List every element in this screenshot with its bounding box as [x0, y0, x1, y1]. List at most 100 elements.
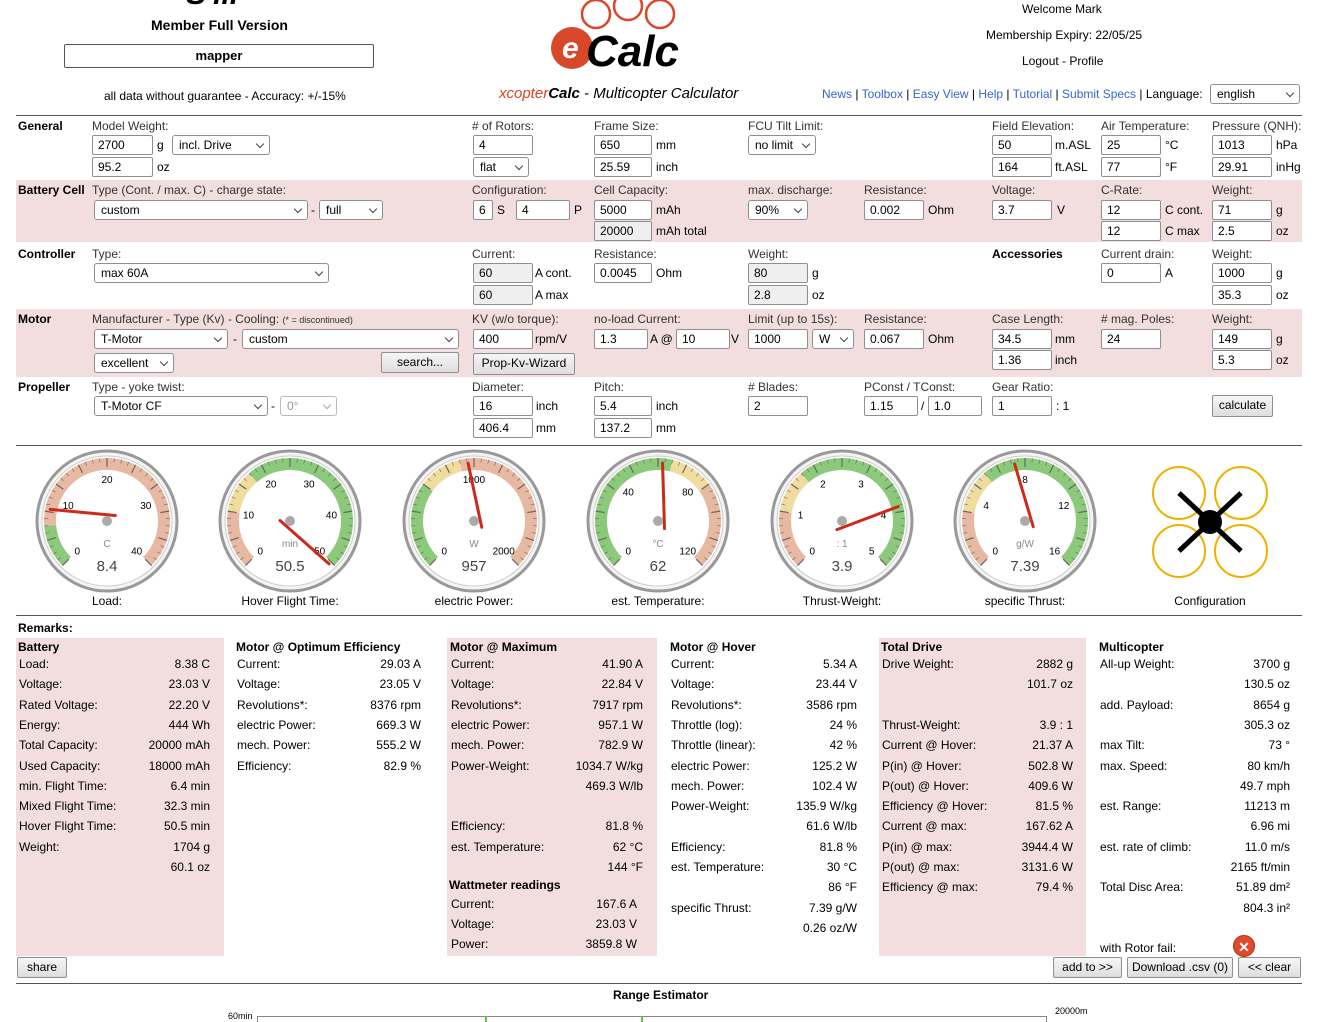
case-length-mm[interactable]: 34.5	[992, 329, 1052, 349]
controller-type-select[interactable]: max 60A	[94, 263, 329, 283]
accessories-weight-g[interactable]: 1000	[1212, 263, 1272, 283]
gauge-label: Load:	[91, 594, 123, 608]
prop-kv-wizard-button[interactable]: Prop-Kv-Wizard	[473, 353, 575, 375]
layout-select[interactable]: flat	[473, 157, 529, 177]
kv-input[interactable]: 400	[473, 329, 533, 349]
motor-manufacturer-select[interactable]: T-Motor	[94, 329, 228, 349]
motor-search-button[interactable]: search...	[381, 352, 459, 373]
language-select[interactable]: english	[1210, 84, 1300, 104]
accessories-title: Accessories	[992, 247, 1063, 261]
elevation-m[interactable]: 50	[992, 135, 1052, 155]
result-key: Efficiency:	[451, 819, 506, 834]
result-value: 3586 rpm	[806, 697, 857, 712]
nav-tutorial[interactable]: Tutorial	[1013, 87, 1053, 101]
calculate-button[interactable]: calculate	[1212, 395, 1273, 417]
battery-resistance[interactable]: 0.002	[864, 200, 924, 220]
logout-link[interactable]: Logout	[1022, 54, 1059, 68]
download-csv-button[interactable]: Download .csv (0)	[1127, 957, 1233, 978]
charge-state-select[interactable]: full	[319, 200, 383, 220]
limit-unit-select[interactable]: W	[812, 329, 854, 349]
result-value: 2882 g	[1036, 657, 1073, 671]
c-rate-max[interactable]: 12	[1101, 221, 1161, 241]
nav-toolbox[interactable]: Toolbox	[862, 87, 903, 101]
unit-g: g	[812, 266, 819, 280]
ecalc-logo[interactable]: e Calc	[548, 0, 688, 76]
diameter-mm[interactable]: 406.4	[473, 418, 533, 438]
clear-button[interactable]: << clear	[1238, 957, 1301, 978]
result-value: 41.90 A	[602, 657, 643, 671]
diameter-inch[interactable]: 16	[473, 396, 533, 416]
yoke-twist-select[interactable]: 0°	[280, 396, 337, 416]
capacity-input[interactable]: 5000	[594, 200, 652, 220]
prop-type-select[interactable]: T-Motor CF	[94, 396, 268, 416]
limit-input[interactable]: 1000	[748, 329, 808, 349]
current-drain[interactable]: 0	[1101, 263, 1161, 283]
motor-weight-oz[interactable]: 5.3	[1212, 350, 1272, 370]
gauge-value: 7.39	[1010, 558, 1039, 575]
pitch-inch[interactable]: 5.4	[594, 396, 652, 416]
controller-resistance[interactable]: 0.0045	[594, 263, 652, 283]
nav-help[interactable]: Help	[978, 87, 1003, 101]
cooling-select[interactable]: excellent	[94, 353, 174, 373]
result-value: 469.3 W/lb	[585, 778, 643, 793]
controller-current-cont[interactable]: 60	[473, 263, 533, 283]
controller-weight-oz[interactable]: 2.8	[748, 285, 808, 305]
elevation-ft[interactable]: 164	[992, 157, 1052, 177]
configuration-icon[interactable]	[1150, 465, 1270, 580]
results-title: Total Drive	[881, 640, 943, 654]
gauge-unit: °C	[652, 539, 663, 550]
no-load-voltage[interactable]: 10	[676, 329, 730, 349]
case-length-inch[interactable]: 1.36	[992, 350, 1052, 370]
battery-type-select[interactable]: custom	[94, 200, 308, 220]
controller-current-max[interactable]: 60	[473, 285, 533, 305]
cell-voltage[interactable]: 3.7	[992, 200, 1052, 220]
frame-label: Frame Size:	[594, 119, 659, 133]
result-value: 24 %	[829, 717, 857, 732]
tconst-input[interactable]: 1.0	[928, 396, 982, 416]
motor-type-select[interactable]: custom	[242, 329, 459, 349]
add-to-button[interactable]: add to >>	[1053, 957, 1122, 978]
unit-a-at: A @	[650, 332, 673, 346]
nav-news[interactable]: News	[822, 87, 852, 101]
rotors-input[interactable]: 4	[473, 135, 533, 155]
dash: -	[271, 399, 275, 413]
gear-ratio[interactable]: 1	[992, 396, 1052, 416]
result-value: 167.62 A	[1025, 819, 1073, 834]
nav-easy-view[interactable]: Easy View	[913, 87, 969, 101]
cells-p[interactable]: 4	[516, 200, 570, 220]
c-rate-cont[interactable]: 12	[1101, 200, 1161, 220]
battery-weight-label: Weight:	[1212, 183, 1253, 197]
model-weight-oz[interactable]: 95.2	[92, 157, 153, 177]
share-button[interactable]: share	[17, 957, 67, 978]
nav-submit-specs[interactable]: Submit Specs	[1062, 87, 1136, 101]
drive-select[interactable]: incl. Drive	[172, 135, 270, 155]
mag-poles[interactable]: 24	[1101, 329, 1161, 349]
pconst-input[interactable]: 1.15	[864, 396, 918, 416]
unit-mah: mAh	[656, 203, 681, 217]
pitch-mm[interactable]: 137.2	[594, 418, 652, 438]
username-field: mapper	[64, 44, 374, 68]
controller-weight-g[interactable]: 80	[748, 263, 808, 283]
frame-mm[interactable]: 650	[594, 135, 652, 155]
air-temp-f[interactable]: 77	[1101, 157, 1161, 177]
frame-inch[interactable]: 25.59	[594, 157, 652, 177]
pressure-inhg[interactable]: 29.91	[1212, 157, 1272, 177]
results-max: Motor @ Maximum Current: 41.90 A Voltage: 22…	[447, 638, 657, 956]
discharge-select[interactable]: 90%	[748, 200, 808, 220]
accessories-weight-oz[interactable]: 35.3	[1212, 285, 1272, 305]
unit-masl: m.ASL	[1055, 138, 1092, 152]
air-temp-c[interactable]: 25	[1101, 135, 1161, 155]
profile-link[interactable]: Profile	[1069, 54, 1103, 68]
model-weight-g[interactable]: 2700	[92, 135, 153, 155]
blades-input[interactable]: 2	[748, 396, 808, 416]
battery-weight-g[interactable]: 71	[1212, 200, 1272, 220]
no-load-current[interactable]: 1.3	[594, 329, 648, 349]
motor-resistance[interactable]: 0.067	[864, 329, 924, 349]
motor-weight-g[interactable]: 149	[1212, 329, 1272, 349]
cells-s[interactable]: 6	[473, 200, 493, 220]
result-key: Throttle (linear):	[671, 738, 756, 753]
pressure-hpa[interactable]: 1013	[1212, 135, 1272, 155]
battery-weight-oz[interactable]: 2.5	[1212, 221, 1272, 241]
unit-mm: mm	[656, 138, 676, 152]
tilt-select[interactable]: no limit	[748, 135, 816, 155]
